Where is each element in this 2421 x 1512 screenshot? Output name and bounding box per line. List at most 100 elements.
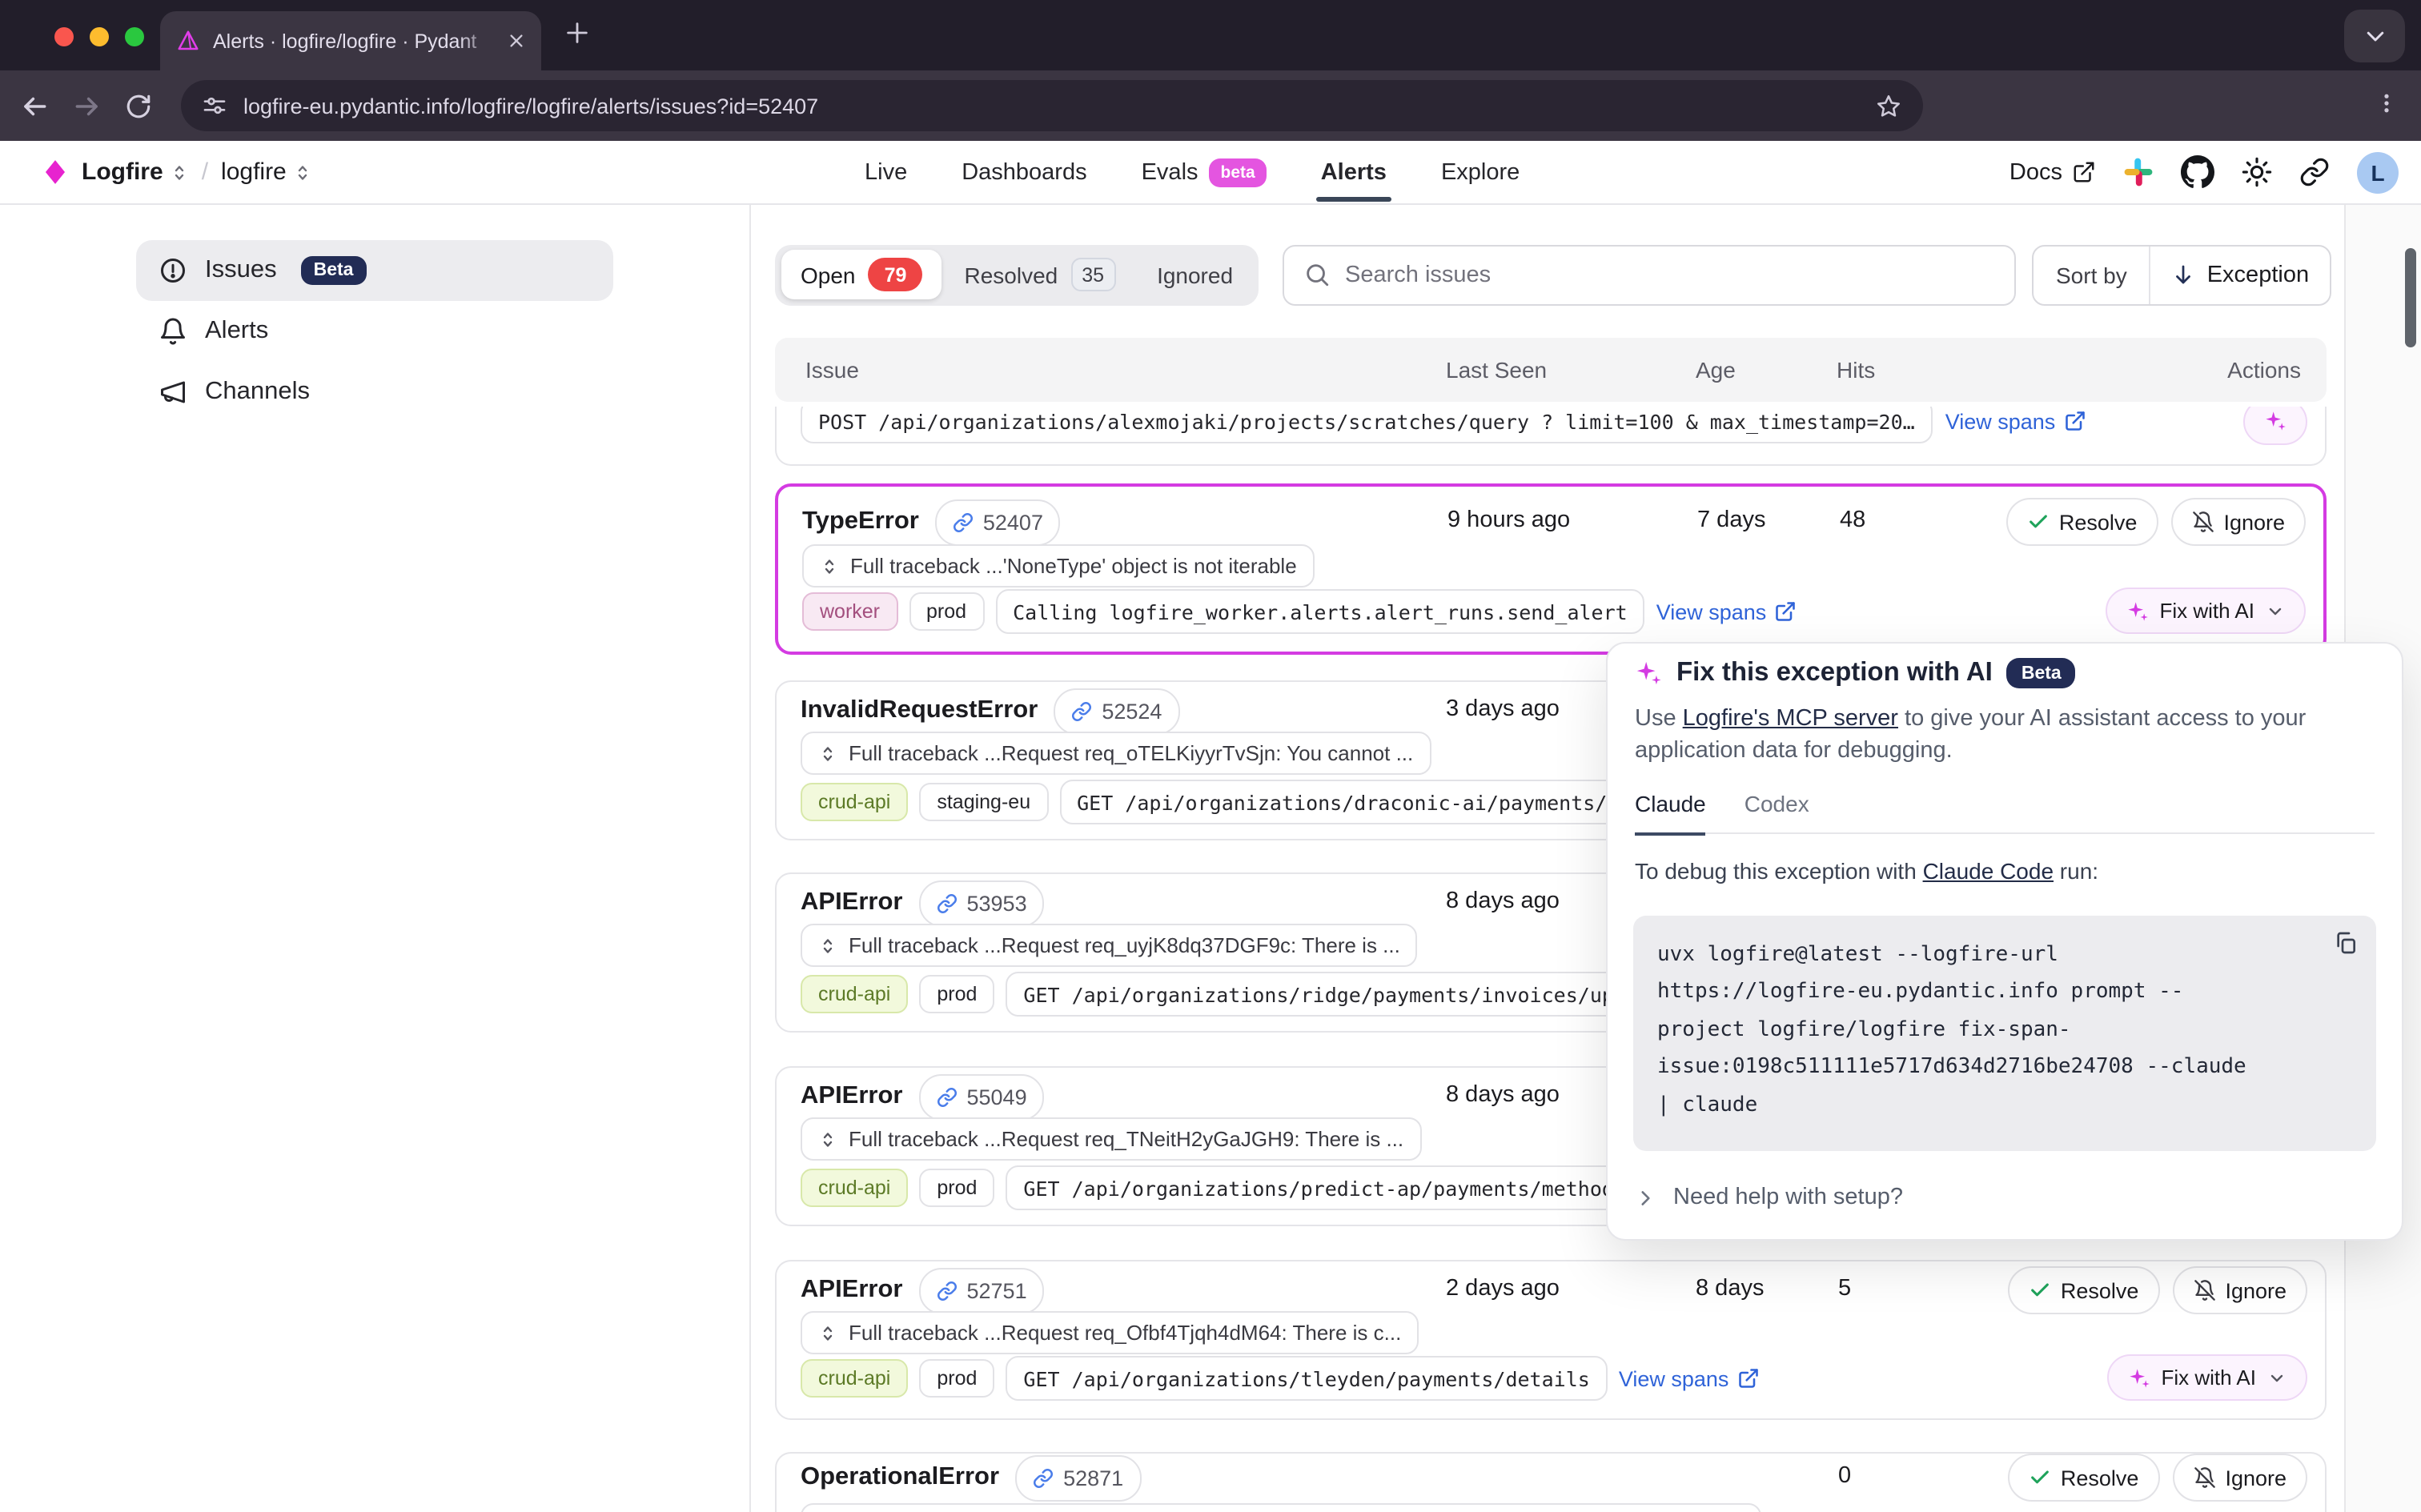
- logfire-favicon: [176, 29, 200, 53]
- copy-icon[interactable]: [2333, 930, 2359, 956]
- filter-tab-open[interactable]: Open79: [781, 250, 942, 299]
- issue-id-link[interactable]: 52751: [919, 1267, 1045, 1313]
- nav-item-alerts[interactable]: Alerts: [1321, 159, 1387, 185]
- external-link-icon: [2063, 410, 2086, 432]
- fix-ai-popover: Fix this exception with AI Beta Use Logf…: [1606, 642, 2403, 1241]
- env-tag-crud-api: crud-api: [801, 1359, 908, 1398]
- bookmark-star-icon[interactable]: [1875, 92, 1902, 119]
- sort-value[interactable]: Exception: [2151, 246, 2330, 303]
- resolve-button[interactable]: Resolve: [2008, 1454, 2160, 1502]
- sidebar-item-alerts[interactable]: Alerts: [136, 300, 613, 361]
- ignore-button[interactable]: Ignore: [2172, 1454, 2307, 1502]
- issue-card-52871[interactable]: OperationalError 528710Resolve Ignore: [775, 1452, 2327, 1512]
- window-close-button[interactable]: [54, 27, 74, 46]
- env-tag-worker: worker: [802, 592, 897, 631]
- share-link-icon[interactable]: [2299, 157, 2330, 187]
- main-nav: Live Dashboards Evalsbeta Alerts Explore: [865, 141, 1520, 203]
- docs-link[interactable]: Docs: [2009, 159, 2096, 185]
- back-icon[interactable]: [19, 90, 50, 121]
- logfire-logo: [42, 157, 69, 187]
- view-spans-link[interactable]: View spans: [1656, 600, 1797, 624]
- full-traceback-chip[interactable]: Full traceback ...'NoneType' object is n…: [802, 544, 1315, 588]
- issue-id-link[interactable]: 52524: [1054, 688, 1179, 734]
- filter-tab-resolved[interactable]: Resolved35: [946, 258, 1135, 291]
- issue-id-link[interactable]: 52407: [935, 499, 1061, 545]
- issue-card-52751[interactable]: APIError 527512 days ago8 days5Resolve I…: [775, 1260, 2327, 1420]
- header-actions: Docs L: [2009, 141, 2399, 203]
- full-traceback-chip[interactable]: [801, 1503, 1761, 1512]
- issue-id-link[interactable]: 55049: [919, 1073, 1045, 1120]
- reload-icon[interactable]: [125, 92, 152, 119]
- full-traceback-chip[interactable]: Full traceback ...Request req_uyjK8dq37D…: [801, 924, 1418, 967]
- need-help-disclosure[interactable]: Need help with setup?: [1635, 1185, 1903, 1210]
- tab-search-button[interactable]: [2344, 10, 2405, 62]
- external-link-icon: [2072, 160, 2096, 184]
- full-traceback-chip[interactable]: Full traceback ...Request req_Ofbf4Tjqh4…: [801, 1311, 1419, 1354]
- fix-with-ai-button[interactable]: [2243, 406, 2307, 444]
- claude-code-link[interactable]: Claude Code: [1923, 858, 2054, 884]
- fix-with-ai-button[interactable]: Fix with AI: [2107, 1354, 2308, 1401]
- command-code-block: uvx logfire@latest --logfire-url https:/…: [1633, 916, 2376, 1151]
- avatar[interactable]: L: [2357, 151, 2399, 193]
- full-traceback-chip[interactable]: Full traceback ...Request req_oTELKiyyrT…: [801, 732, 1431, 775]
- age-value: 8 days: [1696, 1276, 1764, 1301]
- env-tag-prod: prod: [909, 592, 984, 631]
- span-code-chip: Calling logfire_worker.alerts.alert_runs…: [995, 589, 1645, 634]
- filter-tab-ignored[interactable]: Ignored: [1138, 262, 1252, 287]
- window-zoom-button[interactable]: [125, 27, 144, 46]
- theme-sun-icon[interactable]: [2242, 157, 2272, 187]
- hits-value: 5: [1838, 1276, 1851, 1301]
- nav-item-explore[interactable]: Explore: [1441, 159, 1520, 185]
- forward-icon[interactable]: [72, 90, 102, 121]
- tab-claude[interactable]: Claude: [1635, 791, 1706, 835]
- view-spans-link[interactable]: View spans: [1619, 1366, 1760, 1390]
- resolve-button[interactable]: Resolve: [2008, 1266, 2160, 1314]
- new-tab-button[interactable]: [564, 19, 591, 46]
- mcp-server-link[interactable]: Logfire's MCP server: [1683, 706, 1898, 732]
- view-spans-link[interactable]: View spans: [1945, 409, 2086, 433]
- tab-close-icon[interactable]: [508, 32, 525, 50]
- url-text: logfire-eu.pydantic.info/logfire/logfire…: [243, 94, 1859, 118]
- github-icon[interactable]: [2181, 155, 2214, 189]
- sidebar-item-channels[interactable]: Channels: [136, 361, 613, 422]
- count-badge: 35: [1070, 258, 1115, 291]
- browser-toolbar: logfire-eu.pydantic.info/logfire/logfire…: [0, 70, 2421, 141]
- browser-menu-icon[interactable]: [2375, 90, 2399, 117]
- sidebar-item-issues[interactable]: IssuesBeta: [136, 239, 613, 300]
- megaphone-icon: [159, 377, 187, 406]
- ignore-button[interactable]: Ignore: [2170, 498, 2306, 546]
- nav-item-dashboards[interactable]: Dashboards: [962, 159, 1086, 185]
- env-tag-prod: prod: [919, 1359, 994, 1398]
- chevron-right-icon: [1635, 1187, 1656, 1208]
- sort-control[interactable]: Sort by Exception: [2032, 244, 2331, 305]
- url-bar[interactable]: logfire-eu.pydantic.info/logfire/logfire…: [181, 80, 1923, 131]
- issue-name: OperationalError: [801, 1463, 999, 1492]
- nav-item-live[interactable]: Live: [865, 159, 907, 185]
- issue-id-link[interactable]: 53953: [919, 880, 1045, 926]
- ignore-button[interactable]: Ignore: [2172, 1266, 2307, 1314]
- window-minimize-button[interactable]: [90, 27, 109, 46]
- sidebar-item-label: Issues: [205, 255, 277, 284]
- issue-id-link[interactable]: 52871: [1015, 1454, 1141, 1501]
- search-placeholder: Search issues: [1345, 262, 1491, 287]
- main-content: IssuesBeta Alerts Channels Open79Resolved3…: [0, 204, 2421, 1512]
- fix-with-ai-button[interactable]: Fix with AI: [2106, 588, 2307, 634]
- last-seen-value: 2 days ago: [1446, 1276, 1560, 1301]
- slack-icon[interactable]: [2123, 157, 2154, 187]
- popover-body: Use Logfire's MCP server to give your AI…: [1635, 704, 2349, 767]
- scrollbar-thumb[interactable]: [2405, 247, 2416, 347]
- nav-item-evals[interactable]: Evalsbeta: [1142, 158, 1267, 186]
- issue-card-partial[interactable]: POST /api/organizations/alexmojaki/proje…: [775, 406, 2327, 465]
- search-input[interactable]: Search issues: [1283, 244, 2016, 305]
- env-tag-prod: prod: [919, 1169, 994, 1207]
- popover-tabs: Claude Codex: [1635, 791, 2375, 834]
- sidebar-item-label: Alerts: [205, 316, 268, 345]
- resolve-button[interactable]: Resolve: [2006, 498, 2158, 546]
- site-settings-icon[interactable]: [202, 93, 227, 118]
- full-traceback-chip[interactable]: Full traceback ...Request req_TNeitH2yGa…: [801, 1117, 1421, 1161]
- issue-card-52407[interactable]: TypeError 524079 hours ago7 days48Resolv…: [775, 483, 2327, 655]
- tab-codex[interactable]: Codex: [1744, 791, 1809, 832]
- project-selector[interactable]: logfire: [221, 158, 312, 186]
- browser-tab[interactable]: Alerts · logfire/logfire · Pydant: [160, 11, 541, 70]
- org-selector[interactable]: Logfire: [82, 158, 189, 186]
